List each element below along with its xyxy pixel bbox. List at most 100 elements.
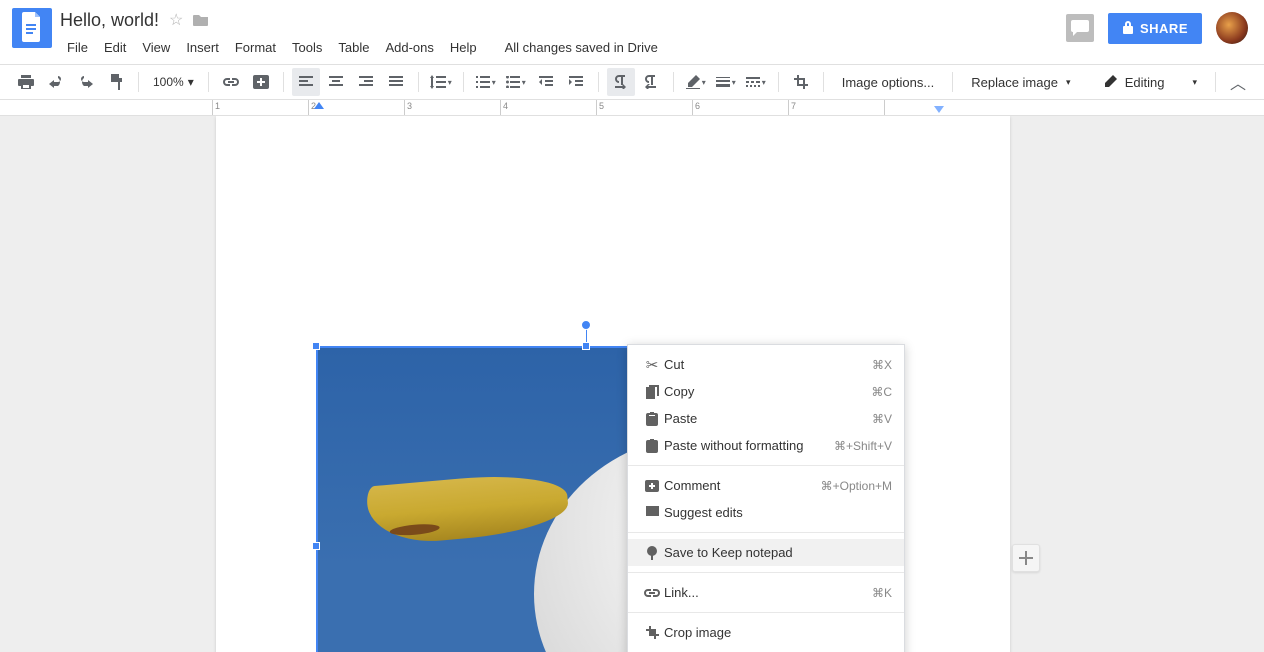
context-link[interactable]: Link... ⌘K [628, 579, 904, 606]
context-image-options[interactable]: Image options... [628, 646, 904, 652]
add-comment-floating-button[interactable] [1012, 544, 1040, 572]
docs-logo[interactable] [12, 8, 52, 48]
context-comment[interactable]: Comment ⌘+Option+M [628, 472, 904, 499]
decrease-indent-button[interactable] [532, 68, 560, 96]
context-shortcut: ⌘X [872, 358, 892, 372]
paint-format-button[interactable] [102, 68, 130, 96]
menu-tools[interactable]: Tools [285, 36, 329, 59]
editing-mode-button[interactable]: Editing ▾ [1093, 75, 1207, 90]
plus-icon [1019, 551, 1033, 565]
comment-insert-button[interactable] [247, 68, 275, 96]
border-color-button[interactable]: ▾ [682, 68, 710, 96]
link-icon [640, 589, 664, 597]
lock-icon [1122, 21, 1134, 35]
left-indent-marker[interactable] [314, 102, 324, 109]
ruler-track: 1 2 3 4 5 6 7 [212, 100, 1264, 115]
context-keep[interactable]: Save to Keep notepad [628, 539, 904, 566]
ruler-tick: 7 [791, 101, 796, 111]
avatar[interactable] [1216, 12, 1248, 44]
doc-title[interactable]: Hello, world! [60, 10, 159, 31]
paste-nf-icon [640, 439, 664, 453]
separator [778, 72, 779, 92]
resize-handle-nw[interactable] [312, 342, 320, 350]
menu-insert[interactable]: Insert [179, 36, 226, 59]
cut-icon: ✂ [640, 356, 664, 374]
menu-file[interactable]: File [60, 36, 95, 59]
menu-format[interactable]: Format [228, 36, 283, 59]
link-button[interactable] [217, 68, 245, 96]
collapse-toolbar-button[interactable]: ︿ [1224, 68, 1252, 96]
numbered-list-button[interactable]: ▾ [472, 68, 500, 96]
menu-table[interactable]: Table [331, 36, 376, 59]
context-menu: ✂ Cut ⌘X Copy ⌘C Paste ⌘V Paste without … [627, 344, 905, 652]
context-label: Comment [664, 478, 821, 493]
suggest-icon [640, 506, 664, 519]
separator [952, 72, 953, 92]
ltr-button[interactable] [607, 68, 635, 96]
context-label: Save to Keep notepad [664, 545, 892, 560]
comments-button[interactable] [1066, 14, 1094, 42]
bird-illustration [366, 469, 570, 546]
bulleted-list-button[interactable]: ▾ [502, 68, 530, 96]
line-spacing-button[interactable]: ▾ [427, 68, 455, 96]
menu-help[interactable]: Help [443, 36, 484, 59]
separator [138, 72, 139, 92]
align-right-button[interactable] [352, 68, 380, 96]
pencil-icon [1103, 75, 1117, 89]
border-weight-button[interactable]: ▾ [712, 68, 740, 96]
menu-view[interactable]: View [135, 36, 177, 59]
align-justify-button[interactable] [382, 68, 410, 96]
resize-handle-w[interactable] [312, 542, 320, 550]
ruler-tick: 4 [503, 101, 508, 111]
context-suggest[interactable]: Suggest edits [628, 499, 904, 526]
menu-addons[interactable]: Add-ons [378, 36, 440, 59]
paste-icon [640, 412, 664, 426]
rtl-button[interactable] [637, 68, 665, 96]
crop-button[interactable] [787, 68, 815, 96]
context-label: Cut [664, 357, 872, 372]
context-shortcut: ⌘+Shift+V [834, 439, 892, 453]
ruler[interactable]: 1 2 3 4 5 6 7 [0, 100, 1264, 116]
separator [628, 465, 904, 466]
print-button[interactable] [12, 68, 40, 96]
align-left-button[interactable] [292, 68, 320, 96]
zoom-value: 100% [153, 75, 184, 89]
separator [673, 72, 674, 92]
canvas[interactable]: ✂ Cut ⌘X Copy ⌘C Paste ⌘V Paste without … [0, 116, 1264, 652]
star-icon[interactable]: ☆ [169, 10, 183, 30]
context-label: Crop image [664, 625, 892, 640]
context-cut[interactable]: ✂ Cut ⌘X [628, 351, 904, 378]
align-center-button[interactable] [322, 68, 350, 96]
chevron-down-icon: ▾ [1192, 77, 1197, 88]
copy-icon [640, 385, 664, 399]
separator [208, 72, 209, 92]
replace-image-button[interactable]: Replace image▾ [961, 75, 1080, 90]
crop-icon [640, 626, 664, 639]
separator [463, 72, 464, 92]
context-paste-nf[interactable]: Paste without formatting ⌘+Shift+V [628, 432, 904, 459]
increase-indent-button[interactable] [562, 68, 590, 96]
context-copy[interactable]: Copy ⌘C [628, 378, 904, 405]
rotate-handle[interactable] [581, 320, 591, 330]
border-dash-button[interactable]: ▾ [742, 68, 770, 96]
toolbar: 100%▾ ▾ ▾ ▾ ▾ ▾ ▾ Image options... Repla… [0, 64, 1264, 100]
replace-image-label: Replace image [971, 75, 1058, 90]
redo-button[interactable] [72, 68, 100, 96]
ruler-tick: 6 [695, 101, 700, 111]
image-options-button[interactable]: Image options... [832, 75, 945, 90]
keep-icon [640, 546, 664, 560]
context-label: Suggest edits [664, 505, 892, 520]
zoom-dropdown[interactable]: 100%▾ [147, 75, 200, 89]
menu-edit[interactable]: Edit [97, 36, 133, 59]
context-crop[interactable]: Crop image [628, 619, 904, 646]
separator [628, 612, 904, 613]
right-indent-marker[interactable] [934, 106, 944, 113]
resize-handle-n[interactable] [582, 342, 590, 350]
context-paste[interactable]: Paste ⌘V [628, 405, 904, 432]
separator [823, 72, 824, 92]
separator [1215, 72, 1216, 92]
context-label: Link... [664, 585, 872, 600]
undo-button[interactable] [42, 68, 70, 96]
folder-icon[interactable] [193, 13, 209, 27]
share-button[interactable]: SHARE [1108, 13, 1202, 44]
